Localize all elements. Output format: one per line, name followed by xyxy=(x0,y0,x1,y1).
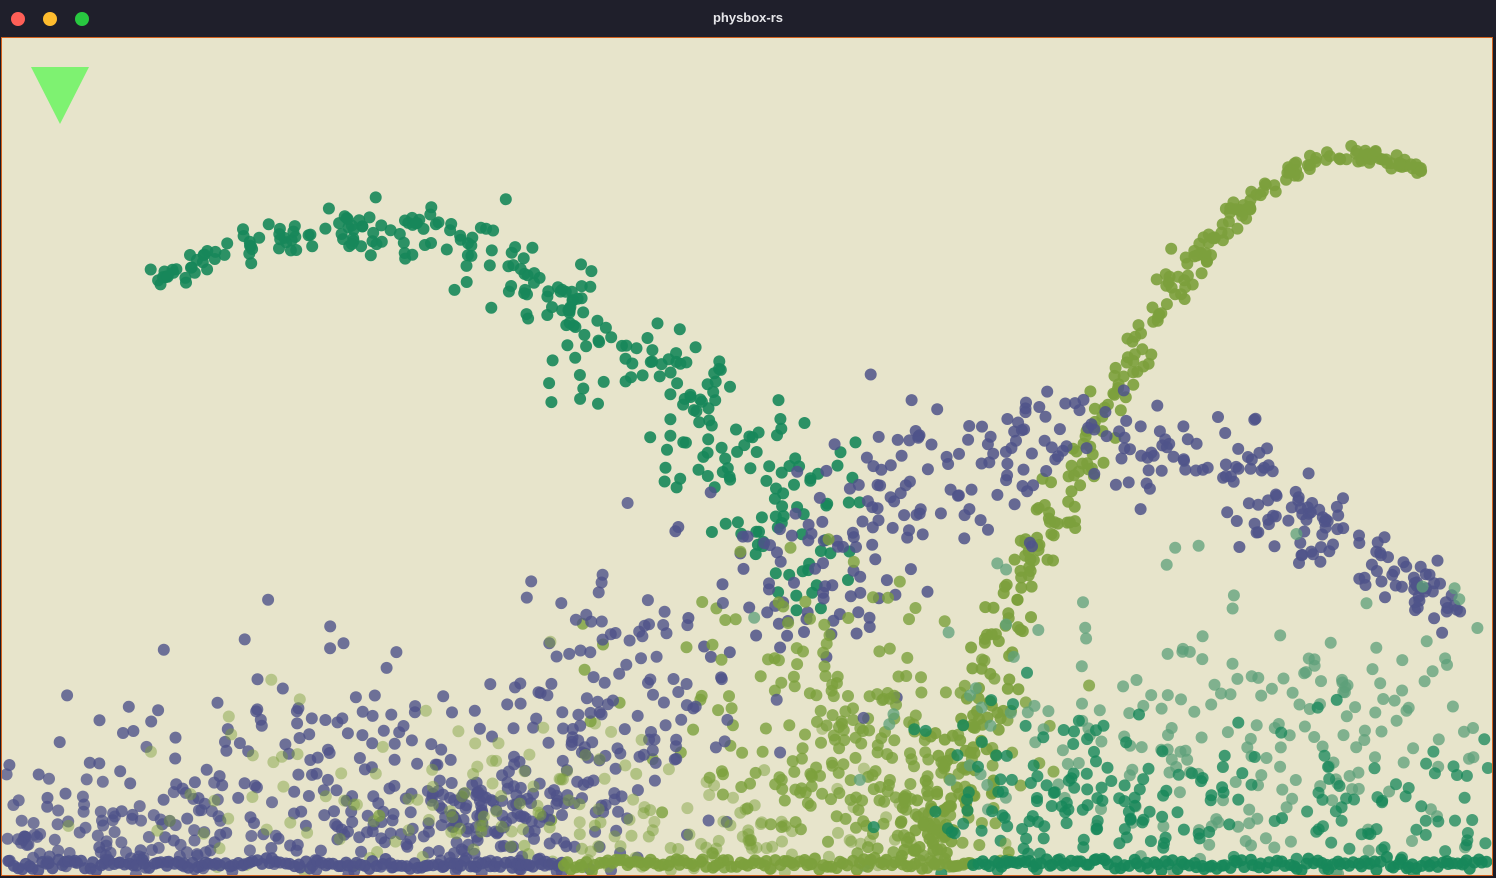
particle-field xyxy=(2,140,1492,875)
title-bar[interactable]: physbox-rs xyxy=(0,0,1496,37)
simulation-canvas[interactable] xyxy=(1,37,1493,876)
window-title: physbox-rs xyxy=(712,10,784,25)
app-window: physbox-rs xyxy=(0,0,1496,878)
triangle-down-icon[interactable] xyxy=(31,67,89,124)
particle-scene[interactable] xyxy=(2,38,1492,875)
